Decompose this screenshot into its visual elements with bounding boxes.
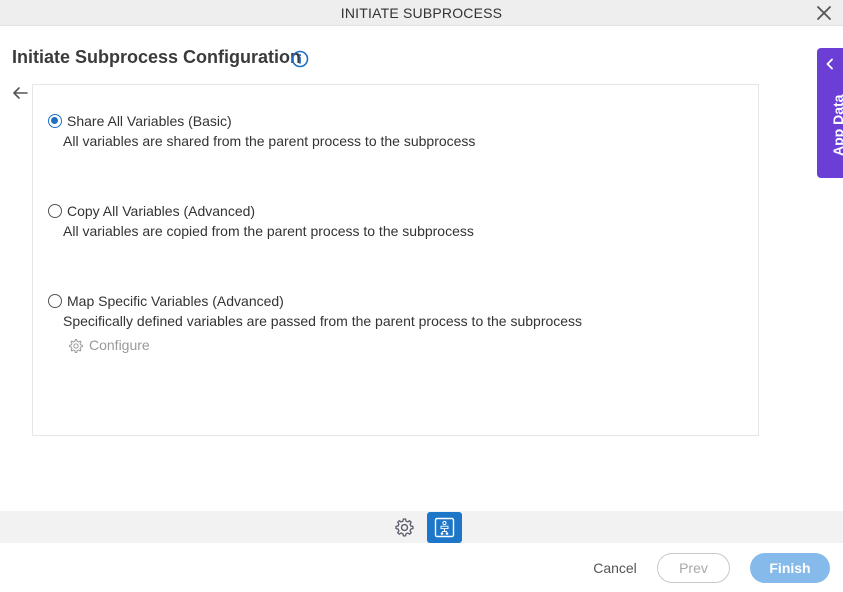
- cancel-button[interactable]: Cancel: [588, 556, 642, 580]
- prev-button[interactable]: Prev: [657, 553, 730, 583]
- finish-button[interactable]: Finish: [750, 553, 830, 583]
- option-label[interactable]: Share All Variables (Basic): [67, 113, 232, 129]
- subprocess-flow-button[interactable]: [427, 512, 462, 543]
- option-description: All variables are copied from the parent…: [63, 223, 474, 239]
- option-description: Specifically defined variables are passe…: [63, 313, 583, 329]
- gear-icon: [69, 339, 83, 353]
- share-all-radio[interactable]: [48, 114, 62, 128]
- arrow-left-icon[interactable]: [11, 85, 29, 101]
- info-icon[interactable]: [291, 50, 309, 68]
- title-bar: INITIATE SUBPROCESS: [0, 0, 843, 26]
- option-label[interactable]: Copy All Variables (Advanced): [67, 203, 255, 219]
- window-title: INITIATE SUBPROCESS: [340, 5, 503, 21]
- bottom-toolbar: [0, 511, 843, 543]
- variable-sharing-panel: Share All Variables (Basic) All variable…: [32, 84, 759, 436]
- page-title: Initiate Subprocess Configuration: [12, 47, 302, 67]
- close-icon[interactable]: [815, 4, 833, 22]
- app-data-tab[interactable]: App Data: [817, 48, 843, 178]
- gear-icon[interactable]: [394, 517, 415, 538]
- app-data-label: App Data: [830, 94, 843, 156]
- copy-all-radio[interactable]: [48, 204, 62, 218]
- subprocess-flow-icon: [434, 517, 455, 538]
- configure-label[interactable]: Configure: [89, 337, 150, 353]
- option-description: All variables are shared from the parent…: [63, 133, 476, 149]
- option-label[interactable]: Map Specific Variables (Advanced): [67, 293, 284, 309]
- chevron-left-icon: [826, 58, 833, 70]
- map-specific-radio[interactable]: [48, 294, 62, 308]
